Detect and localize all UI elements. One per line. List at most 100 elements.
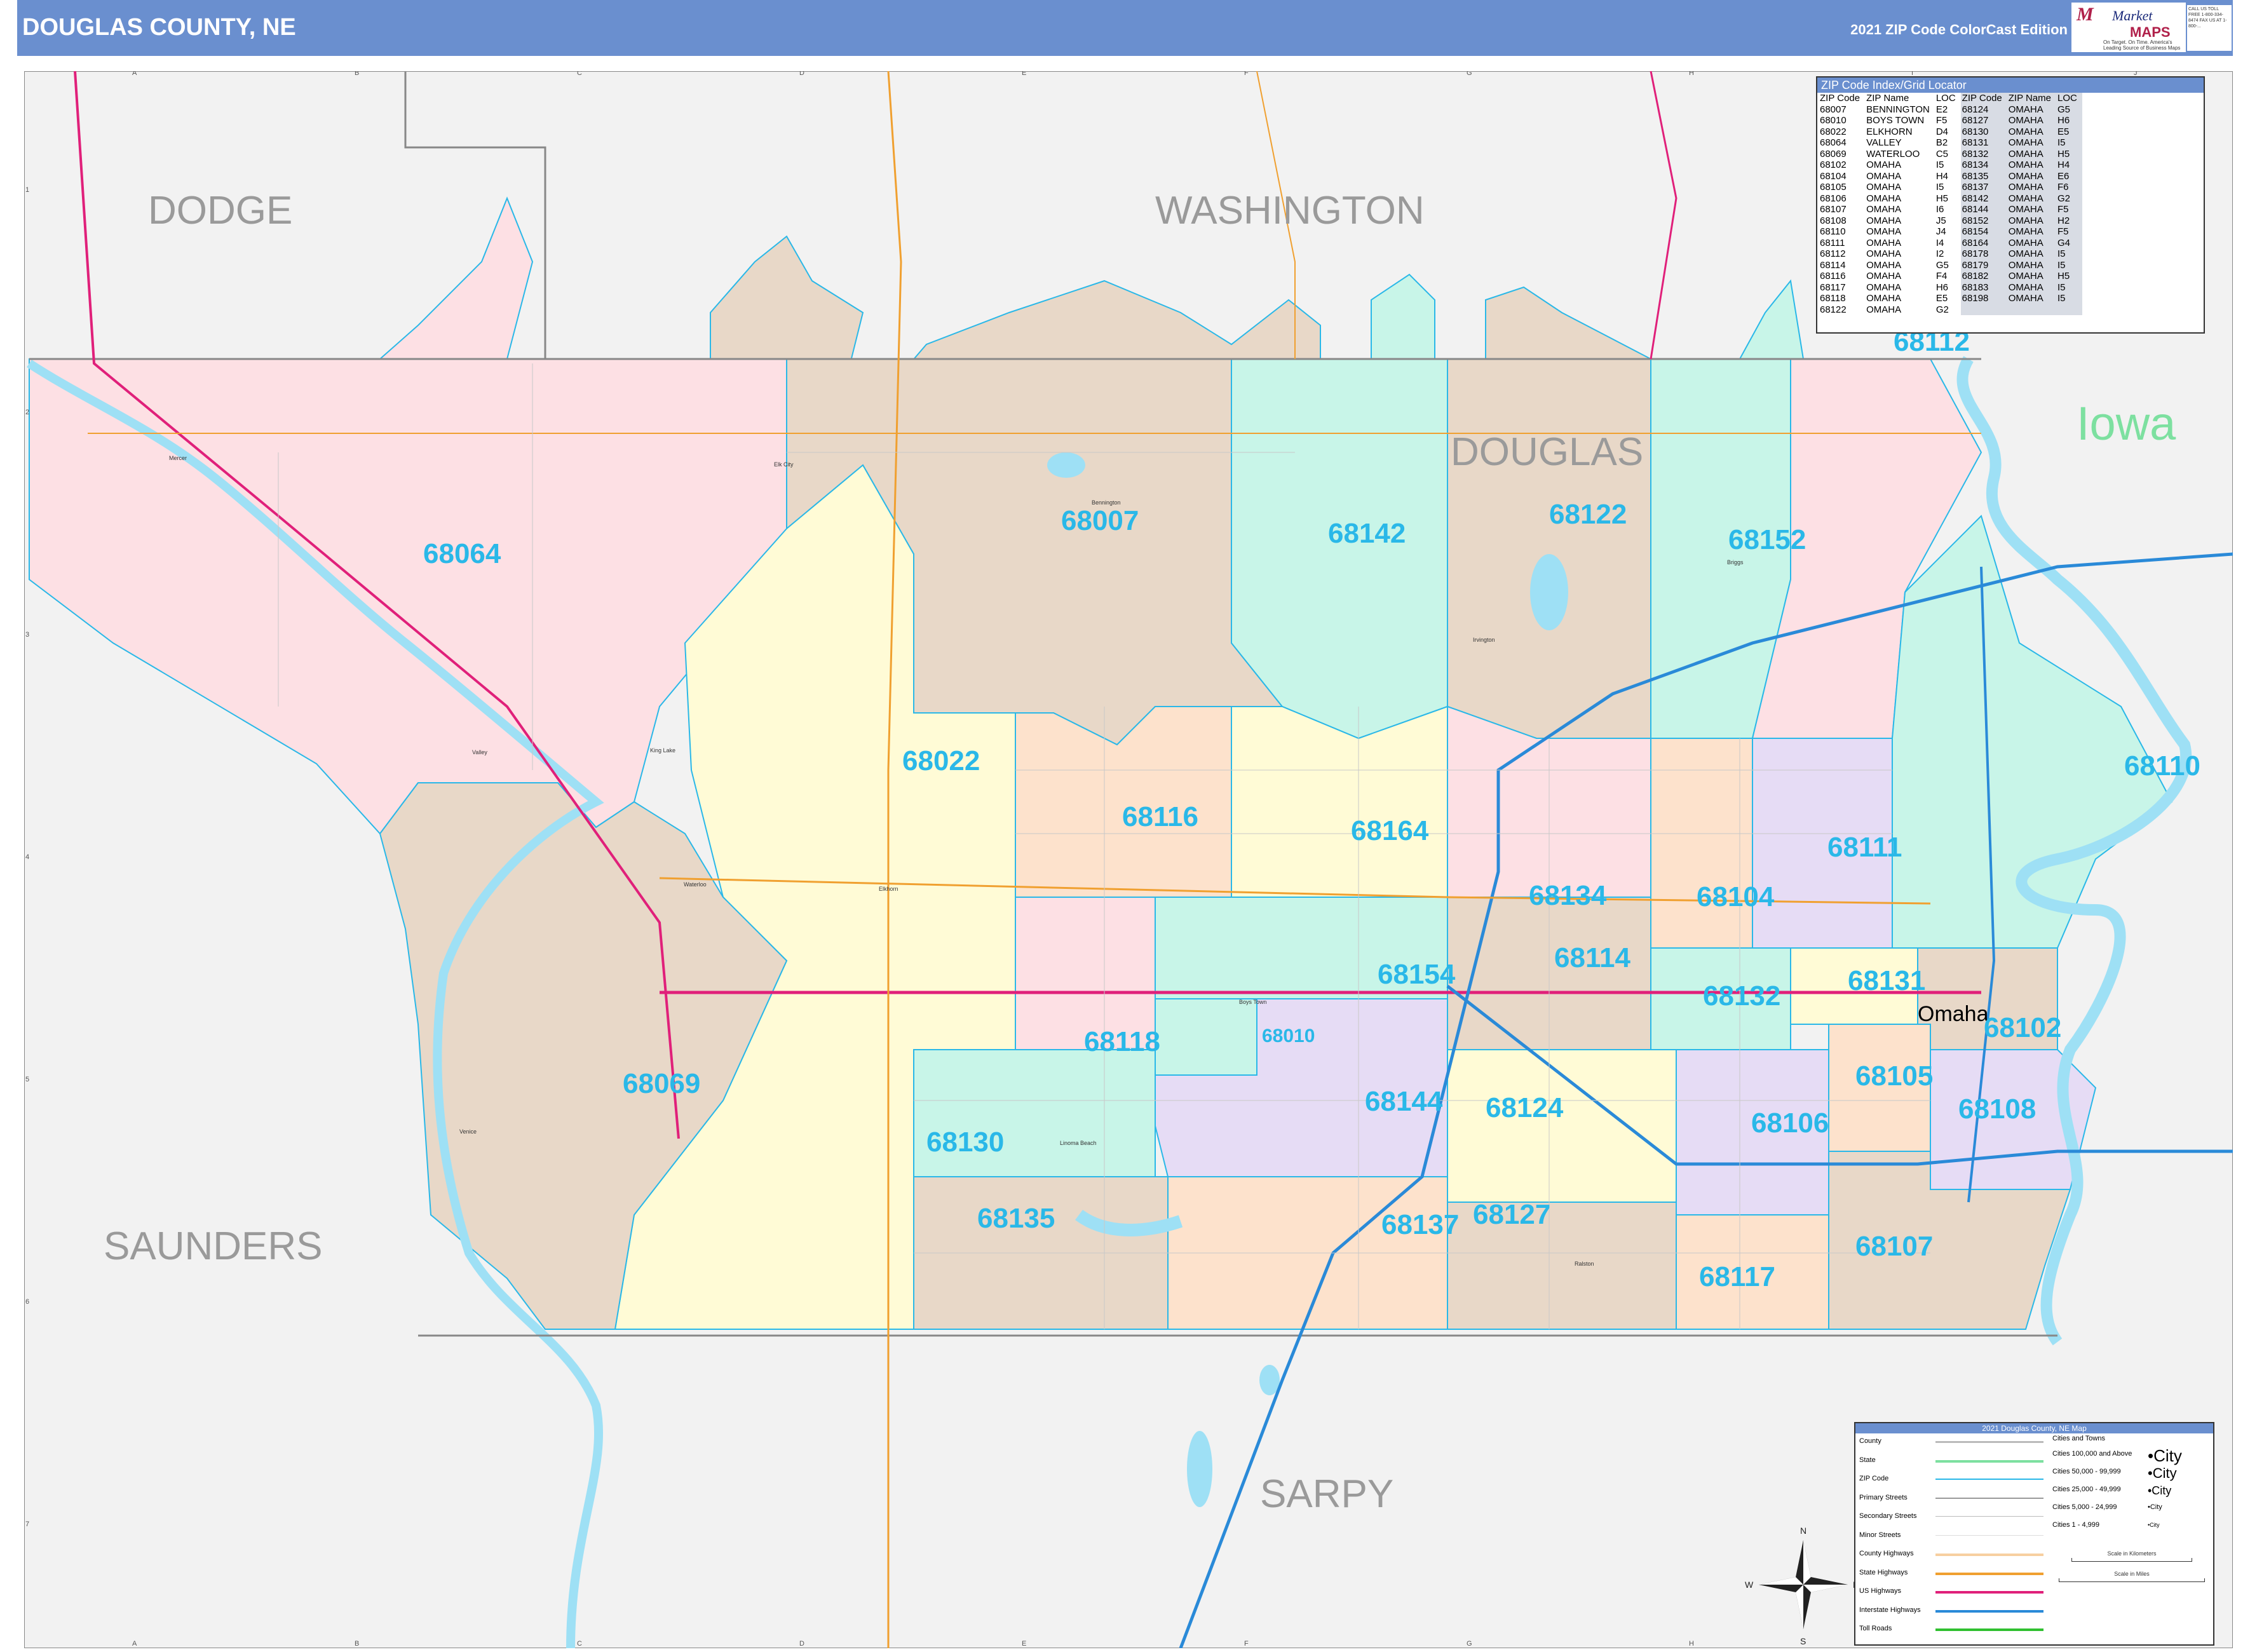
zip-index-row: 68122 OMAHA G2 [1819,304,2082,315]
legend-city-class: Cities 100,000 and Above •City [2052,1446,2182,1465]
town-irvington: Irvington [1473,637,1495,643]
zip-index-cell: I6 [1935,204,1944,215]
zip-index-cell: E5 [2056,126,2082,137]
grid-row-4: 4 [25,853,29,861]
grid-col-h-bottom: H [1689,1640,1694,1648]
map-title: DOUGLAS COUNTY, NE [22,14,296,41]
zip-index-cell: OMAHA [2007,159,2057,171]
legend-item: Primary Streets [1859,1494,2050,1513]
town-linoma-beach: Linoma Beach [1060,1140,1097,1146]
scale-mi-bar [2059,1578,2205,1582]
zip-index-row: 68118 OMAHA E5 68198 OMAHA I5 [1819,293,2082,304]
zip-index-cell: J5 [1935,215,1946,226]
grid-col-f-bottom: F [1244,1640,1249,1648]
zip-index-cell: OMAHA [2007,104,2057,115]
zip-label-68102: 68102 [1984,1012,2061,1043]
town-waterloo: Waterloo [684,881,707,888]
zip-index-cell: 68164 [1960,237,2007,248]
zip-index-cell: OMAHA [1866,293,1902,304]
zip-index-cell: OMAHA [2007,259,2057,271]
legend-city-header: Cities and Towns [2052,1435,2105,1442]
zip-label-68152: 68152 [1728,524,1806,555]
col-zip-code-2: ZIP Code [1960,93,2007,104]
zip-index-cell [1960,304,2007,315]
legend-city-class: Cities 1 - 4,999 •City [2052,1521,2160,1529]
zip-area-68164 [1231,705,1448,898]
county-label-saunders: SAUNDERS [104,1224,323,1268]
county-label-dodge: DODGE [148,189,292,233]
zip-index-row: 68022 ELKHORN D4 68130 OMAHA E5 [1819,126,2082,137]
zip-index-cell: 68178 [1960,248,2007,260]
zip-label-68104: 68104 [1697,881,1775,912]
zip-index-cell: 68007 [1820,104,1847,115]
zip-index-cell: 68010 [1820,115,1847,126]
zip-index-cell: OMAHA [2007,281,2057,293]
zip-index-row: 68069 WATERLOO C5 68132 OMAHA H5 [1819,148,2082,159]
zip-index-row: 68107 OMAHA I6 68144 OMAHA F5 [1819,204,2082,215]
grid-col-c: C [577,71,582,77]
zip-index-panel: ZIP Code Index/Grid Locator ZIP Code ZIP… [1816,76,2205,334]
zip-index-cell: OMAHA [2007,271,2057,282]
compass-w: W [1745,1580,1754,1590]
zip-index-cell: 68144 [1960,204,2007,215]
zip-index-cell: E2 [1935,104,1948,115]
edition-label: 2021 ZIP Code ColorCast Edition [1850,22,2068,37]
legend-city-class: Cities 5,000 - 24,999 •City [2052,1503,2162,1511]
zip-index-cell: H5 [2056,271,2082,282]
zip-index-cell: OMAHA [1866,259,1902,271]
zip-index-cell: 68112 [1820,248,1846,259]
legend-item: Toll Roads [1859,1625,2050,1644]
legend-item: State Highways [1859,1569,2050,1588]
zip-index-cell: F5 [2056,226,2082,238]
zip-index-cell: 68069 [1820,148,1847,159]
grid-col-d: D [799,71,804,77]
zip-index-title: ZIP Code Index/Grid Locator [1817,78,2204,93]
zip-index-cell: 68117 [1820,281,1846,293]
zip-index-cell: 68179 [1960,259,2007,271]
zip-index-cell: I5 [2056,248,2082,260]
grid-row-2: 2 [25,409,29,416]
col-loc-2: LOC [2056,93,2082,104]
zip-index-cell: OMAHA [1866,204,1902,215]
grid-col-b-bottom: B [355,1640,359,1648]
zip-index-header-row: ZIP Code ZIP Name LOC ZIP Code ZIP Name … [1819,93,2082,104]
zip-index-cell: 68122 [1820,304,1847,315]
zip-index-cell [2056,304,2082,315]
zip-index-cell: OMAHA [2007,237,2057,248]
grid-col-c-bottom: C [577,1640,582,1648]
logo-mark: M [2077,4,2094,25]
zip-label-68111: 68111 [1827,832,1902,863]
zip-label-68132: 68132 [1703,980,1780,1012]
zip-index-cell: BOYS TOWN [1866,115,1925,126]
zip-index-cell: OMAHA [1866,215,1902,226]
grid-row-6: 6 [25,1298,29,1306]
town-elkhorn: Elkhorn [879,886,898,892]
zip-label-68069: 68069 [623,1068,700,1099]
zip-index-cell: H5 [2056,148,2082,159]
zip-index-cell: 68114 [1820,259,1846,271]
zip-label-68022: 68022 [902,745,980,776]
zip-index-cell: 68105 [1820,182,1847,193]
zip-index-cell: I4 [1935,237,1944,248]
zip-label-68110: 68110 [2124,750,2200,782]
grid-row-1: 1 [25,186,29,194]
zip-index-cell: OMAHA [2007,182,2057,193]
zip-index-cell: 68135 [1960,170,2007,182]
logo-word2: MAPS [2130,24,2171,40]
zip-label-68137: 68137 [1381,1209,1459,1240]
town-valley: Valley [472,749,487,755]
zip-label-68108: 68108 [1958,1093,2036,1125]
zip-label-68134: 68134 [1529,880,1607,911]
grid-row-3: 3 [25,631,29,639]
zip-index-cell: G5 [1935,259,1949,271]
county-label-douglas: DOUGLAS [1451,430,1643,474]
zip-index-cell: I5 [1935,159,1944,170]
zip-label-68064: 68064 [423,538,501,569]
zip-label-68144: 68144 [1365,1086,1443,1117]
col-loc: LOC [1935,93,1956,104]
scale-km-bar [2071,1558,2192,1562]
zip-index-cell: OMAHA [2007,137,2057,149]
zip-index-row: 68104 OMAHA H4 68135 OMAHA E6 [1819,170,2082,182]
zip-index-cell: OMAHA [1866,159,1902,170]
legend-item: Secondary Streets [1859,1512,2050,1531]
